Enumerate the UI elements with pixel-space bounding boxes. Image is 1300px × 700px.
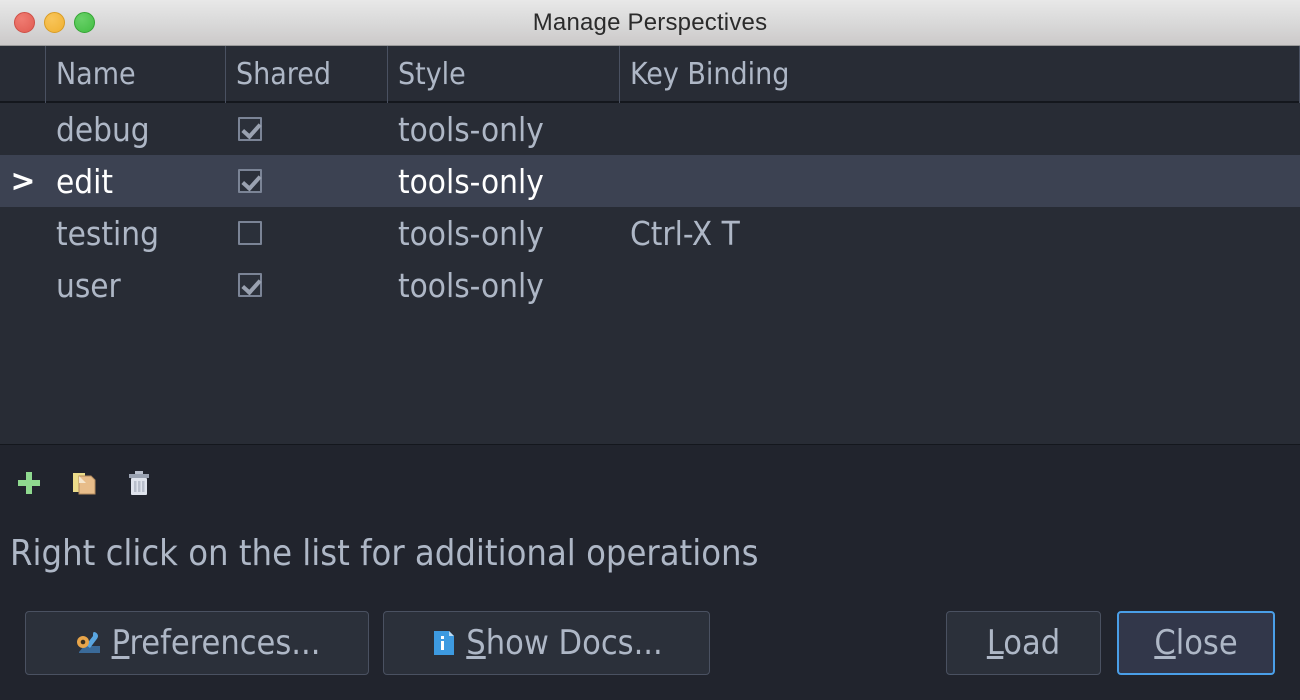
row-shared-cell	[226, 103, 388, 155]
hint-text: Right click on the list for additional o…	[10, 532, 759, 574]
row-name-label: edit	[56, 161, 114, 201]
column-header-marker[interactable]	[0, 46, 46, 103]
row-name-label: user	[56, 265, 121, 305]
row-name-label: testing	[56, 213, 159, 253]
list-toolbar	[0, 446, 1300, 520]
row-key-binding-cell	[620, 103, 1300, 155]
row-style-cell: tools-only	[388, 155, 620, 207]
table-header-row: Name Shared Style Key Binding	[0, 46, 1300, 103]
column-header-key-binding[interactable]: Key Binding	[620, 46, 1300, 103]
close-button[interactable]: Close	[1117, 611, 1275, 675]
row-name-cell: debug	[46, 103, 226, 155]
row-selection-marker	[0, 259, 46, 311]
column-header-shared[interactable]: Shared	[226, 46, 388, 103]
window-titlebar: Manage Perspectives	[0, 0, 1300, 46]
shared-checkbox[interactable]	[238, 273, 262, 297]
table-row[interactable]: > edit tools-only	[0, 155, 1300, 207]
row-shared-cell	[226, 259, 388, 311]
table-row[interactable]: debug tools-only	[0, 103, 1300, 155]
window-title: Manage Perspectives	[532, 9, 768, 36]
info-document-icon	[430, 628, 458, 658]
close-button-mnemonic: C	[1154, 623, 1176, 663]
row-key-binding-cell	[620, 259, 1300, 311]
row-name-cell: testing	[46, 207, 226, 259]
row-key-binding-cell	[620, 155, 1300, 207]
row-style-cell: tools-only	[388, 207, 620, 259]
row-style-cell: tools-only	[388, 259, 620, 311]
show-docs-button-label: how Docs...	[485, 623, 663, 663]
row-selection-marker	[0, 103, 46, 155]
perspectives-list[interactable]: debug tools-only > edit tools-only testing too…	[0, 103, 1300, 445]
row-shared-cell	[226, 207, 388, 259]
close-button-label: lose	[1175, 623, 1238, 663]
row-style-cell: tools-only	[388, 103, 620, 155]
table-row[interactable]: user tools-only	[0, 259, 1300, 311]
shared-checkbox[interactable]	[238, 221, 262, 245]
dialog-button-bar: Preferences... Show Docs... Load Close	[0, 600, 1300, 700]
row-selection-marker: >	[0, 155, 46, 207]
column-header-style[interactable]: Style	[388, 46, 620, 103]
load-button-mnemonic: L	[986, 623, 1004, 663]
shared-checkbox[interactable]	[238, 169, 262, 193]
row-style-label: tools-only	[398, 213, 544, 253]
row-style-label: tools-only	[398, 161, 544, 201]
row-shared-cell	[226, 155, 388, 207]
row-name-label: debug	[56, 109, 150, 149]
add-perspective-button[interactable]	[12, 466, 46, 500]
copy-perspective-button[interactable]	[67, 466, 101, 500]
row-name-cell: edit	[46, 155, 226, 207]
column-header-name[interactable]: Name	[46, 46, 226, 103]
row-key-binding-cell: Ctrl-X T	[620, 207, 1300, 259]
row-selection-marker	[0, 207, 46, 259]
delete-perspective-button[interactable]	[122, 466, 156, 500]
preferences-tools-icon	[74, 628, 104, 658]
row-style-label: tools-only	[398, 109, 544, 149]
row-name-cell: user	[46, 259, 226, 311]
shared-checkbox[interactable]	[238, 117, 262, 141]
preferences-button-mnemonic: P	[111, 623, 130, 663]
table-row[interactable]: testing tools-only Ctrl-X T	[0, 207, 1300, 259]
load-button-label: oad	[1003, 623, 1061, 663]
show-docs-button-mnemonic: S	[466, 623, 486, 663]
preferences-button-label: references...	[129, 623, 321, 663]
preferences-button[interactable]: Preferences...	[25, 611, 369, 675]
row-style-label: tools-only	[398, 265, 544, 305]
show-docs-button[interactable]: Show Docs...	[383, 611, 710, 675]
row-key-binding-label: Ctrl-X T	[630, 213, 740, 253]
chevron-right-icon: >	[10, 163, 36, 199]
load-button[interactable]: Load	[946, 611, 1101, 675]
